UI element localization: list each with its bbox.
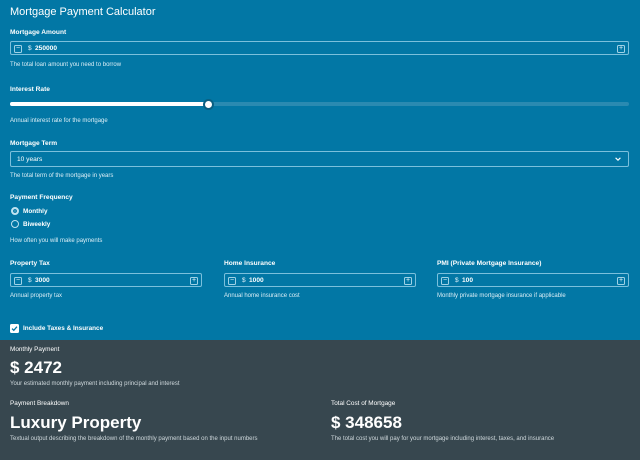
include-taxes-label[interactable]: Include Taxes & Insurance [23, 325, 103, 332]
checkmark-icon [11, 326, 18, 332]
pmi-field[interactable]: − $ 100 + [437, 273, 629, 287]
payment-breakdown-hint: Textual output describing the breakdown … [10, 436, 258, 442]
mortgage-amount-field[interactable]: − $ 250000 + [10, 41, 629, 55]
monthly-payment-value: $ 2472 [10, 358, 62, 377]
radio-biweekly-label[interactable]: Biweekly [23, 221, 50, 228]
payment-frequency-hint: How often you will make payments [10, 238, 103, 244]
property-tax-label: Property Tax [10, 260, 50, 267]
radio-biweekly[interactable] [11, 220, 19, 228]
radio-monthly[interactable] [11, 207, 19, 215]
payment-breakdown-value: Luxury Property [10, 413, 142, 432]
property-tax-decrement-icon[interactable]: − [14, 276, 22, 285]
mortgage-amount-value[interactable]: 250000 [35, 45, 57, 52]
interest-rate-slider-fill [10, 102, 209, 106]
mortgage-term-hint: The total term of the mortgage in years [10, 173, 114, 179]
page-title: Mortgage Payment Calculator [10, 6, 156, 18]
radio-monthly-label[interactable]: Monthly [23, 208, 48, 215]
currency-symbol: $ [455, 277, 459, 284]
mortgage-term-label: Mortgage Term [10, 140, 58, 147]
interest-rate-slider-thumb[interactable] [202, 99, 214, 110]
pmi-label: PMI (Private Mortgage Insurance) [437, 260, 542, 267]
interest-rate-label: Interest Rate [10, 86, 50, 93]
currency-symbol: $ [242, 277, 246, 284]
include-taxes-checkbox[interactable] [10, 324, 19, 333]
mortgage-amount-label: Mortgage Amount [10, 29, 67, 36]
monthly-payment-hint: Your estimated monthly payment including… [10, 381, 180, 387]
payment-frequency-label: Payment Frequency [10, 194, 73, 201]
mortgage-term-select[interactable]: 10 years [10, 151, 629, 167]
home-insurance-field[interactable]: − $ 1000 + [224, 273, 416, 287]
mortgage-amount-increment-icon[interactable]: + [617, 44, 625, 53]
mortgage-amount-decrement-icon[interactable]: − [14, 44, 22, 53]
monthly-payment-label: Monthly Payment [10, 346, 60, 353]
payment-breakdown-label: Payment Breakdown [10, 400, 69, 407]
property-tax-hint: Annual property tax [10, 293, 63, 299]
pmi-increment-icon[interactable]: + [617, 276, 625, 285]
total-cost-value: $ 348658 [331, 413, 402, 432]
mortgage-term-selected: 10 years [17, 156, 43, 163]
pmi-hint: Monthly private mortgage insurance if ap… [437, 293, 566, 299]
home-insurance-decrement-icon[interactable]: − [228, 276, 236, 285]
interest-rate-hint: Annual interest rate for the mortgage [10, 118, 108, 124]
currency-symbol: $ [28, 45, 32, 52]
currency-symbol: $ [28, 277, 32, 284]
total-cost-hint: The total cost you will pay for your mor… [331, 436, 555, 442]
property-tax-value[interactable]: 3000 [35, 277, 50, 284]
results-panel [0, 340, 640, 460]
home-insurance-label: Home Insurance [224, 260, 276, 267]
pmi-decrement-icon[interactable]: − [441, 276, 449, 285]
mortgage-amount-hint: The total loan amount you need to borrow [10, 62, 122, 68]
home-insurance-value[interactable]: 1000 [249, 277, 264, 284]
pmi-value[interactable]: 100 [462, 277, 473, 284]
property-tax-increment-icon[interactable]: + [190, 276, 198, 285]
home-insurance-increment-icon[interactable]: + [404, 276, 412, 285]
home-insurance-hint: Annual home insurance cost [224, 293, 300, 299]
chevron-down-icon [615, 157, 621, 161]
total-cost-label: Total Cost of Mortgage [331, 400, 396, 407]
property-tax-field[interactable]: − $ 3000 + [10, 273, 202, 287]
